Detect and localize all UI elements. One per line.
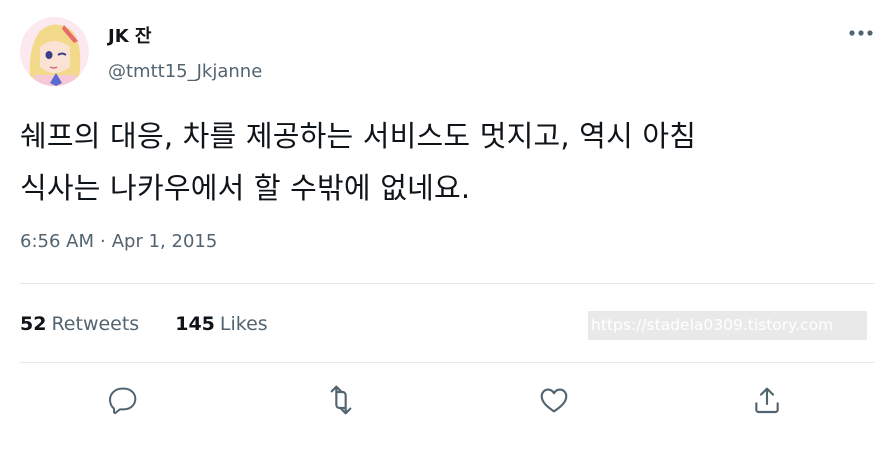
display-name[interactable]: JK 잔 [108, 26, 151, 48]
tweet-date[interactable]: Apr 1, 2015 [112, 231, 218, 252]
action-bar [0, 380, 894, 422]
divider-top [20, 283, 875, 284]
tweet-text-line-2: 식사는 나카우에서 할 수밖에 없네요. [20, 171, 471, 205]
tweet-text: 쉐프의 대응, 차를 제공하는 서비스도 멋지고, 역시 아침 식사는 나카우에… [20, 110, 870, 214]
avatar[interactable] [20, 17, 89, 86]
retweets-count: 52 [20, 313, 47, 335]
engagement-stats: 52 Retweets 145 Likes [20, 312, 268, 336]
divider-bottom [20, 362, 875, 363]
user-handle[interactable]: @tmtt15_Jkjanne [108, 61, 262, 83]
share-button[interactable] [747, 380, 787, 420]
retweet-icon [330, 385, 352, 415]
tweet-text-line-1: 쉐프의 대응, 차를 제공하는 서비스도 멋지고, 역시 아침 [20, 119, 697, 153]
tweet-timestamp[interactable]: 6:56 AM · Apr 1, 2015 [20, 231, 217, 253]
share-icon [755, 387, 779, 414]
likes-count: 145 [175, 313, 215, 335]
like-button[interactable] [534, 380, 574, 420]
retweet-button[interactable] [321, 380, 361, 420]
retweets-stat[interactable]: 52 Retweets [20, 312, 139, 336]
likes-stat[interactable]: 145 Likes [175, 312, 267, 336]
retweets-label: Retweets [51, 313, 140, 335]
heart-icon [540, 388, 568, 413]
more-options-button[interactable] [846, 22, 876, 44]
reply-icon [109, 387, 137, 415]
tweet-time[interactable]: 6:56 AM [20, 231, 94, 252]
avatar-image [20, 17, 89, 86]
reply-button[interactable] [104, 380, 144, 420]
more-dots-icon [849, 30, 873, 36]
likes-label: Likes [219, 313, 268, 335]
watermark: https://stadela0309.tistory.com [588, 311, 867, 340]
timestamp-separator: · [100, 231, 106, 252]
